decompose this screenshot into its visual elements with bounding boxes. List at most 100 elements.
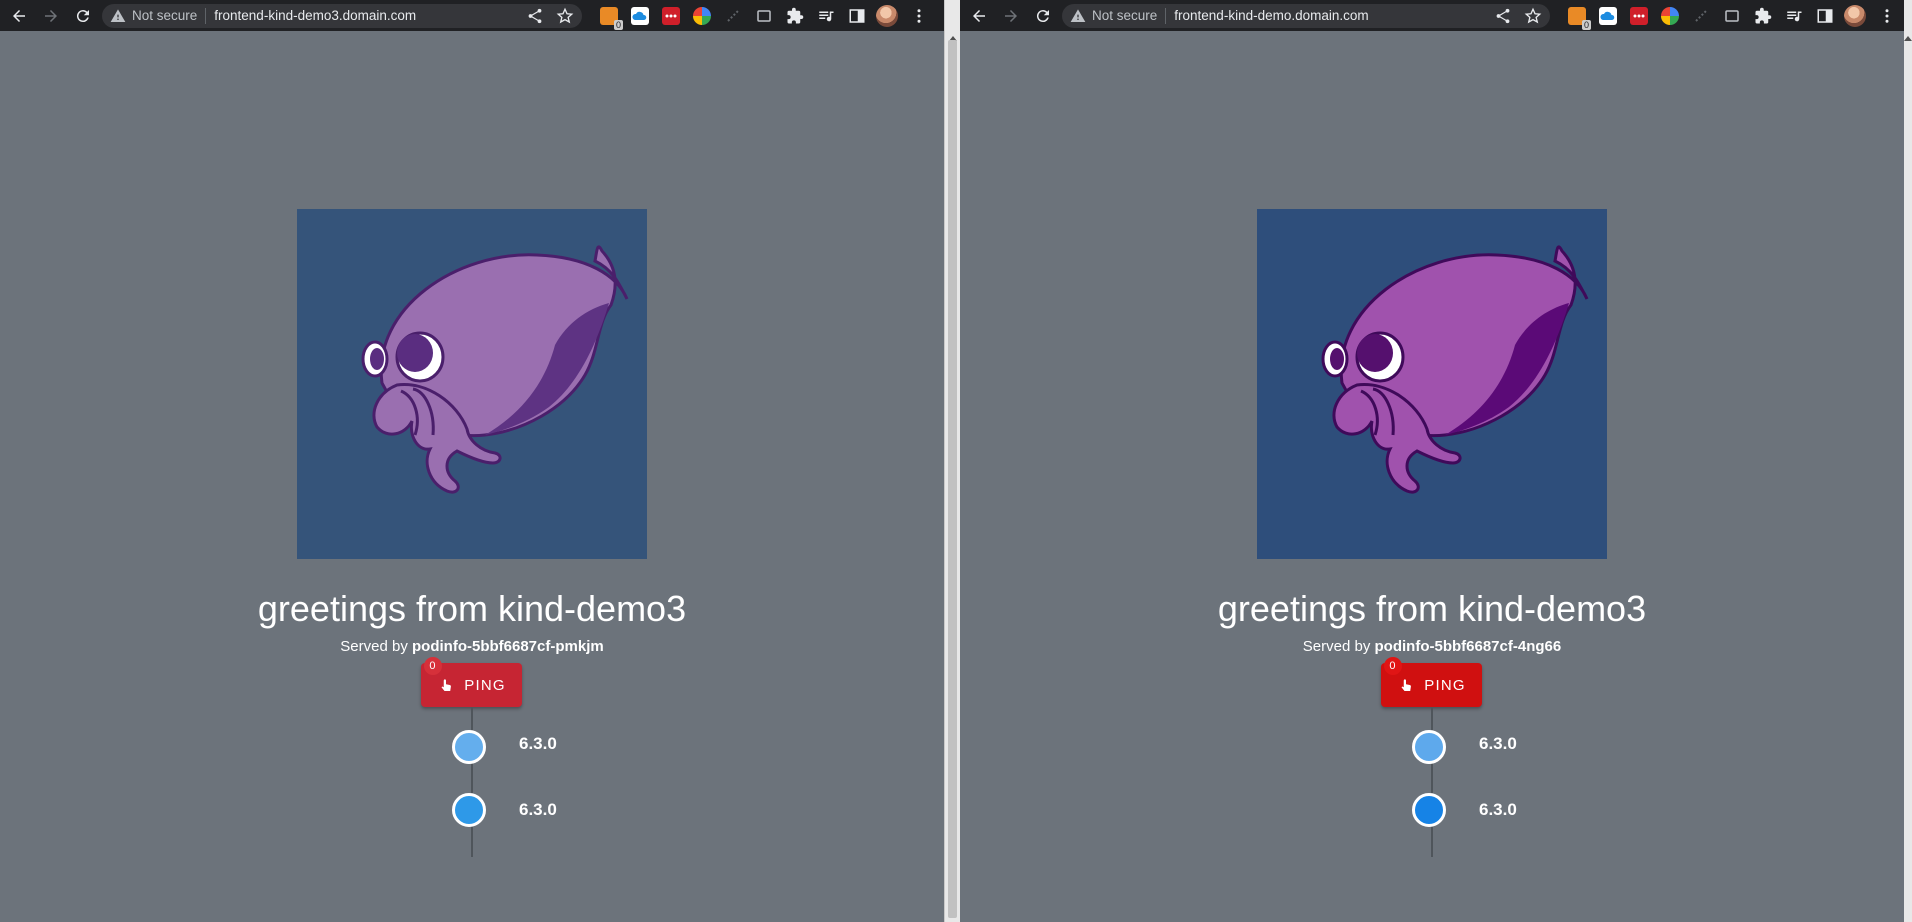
timeline-dot bbox=[452, 793, 486, 827]
menu-button[interactable] bbox=[906, 3, 932, 29]
forward-button[interactable] bbox=[38, 3, 64, 29]
extension-icon-3[interactable] bbox=[1630, 6, 1648, 25]
puzzle-button[interactable] bbox=[1754, 7, 1772, 25]
security-label: Not secure bbox=[1092, 8, 1158, 23]
page-content: greetings from kind-demo3 Served by podi… bbox=[960, 31, 1904, 922]
forward-button[interactable] bbox=[998, 3, 1024, 29]
address-bar[interactable]: Not secure frontend-kind-demo3.domain.co… bbox=[102, 3, 582, 28]
omnibox-separator bbox=[1165, 7, 1167, 24]
extension-icon-4[interactable] bbox=[693, 6, 711, 25]
greeting-heading: greetings from kind-demo3 bbox=[1217, 588, 1647, 629]
ping-button[interactable]: 0 PING bbox=[421, 657, 522, 707]
extension-icon-6[interactable] bbox=[755, 7, 773, 25]
reload-icon bbox=[1036, 9, 1049, 22]
media-button[interactable] bbox=[817, 7, 835, 25]
podinfo-logo bbox=[1257, 209, 1607, 559]
back-button[interactable] bbox=[6, 3, 32, 29]
scrollbar-right[interactable] bbox=[1904, 0, 1912, 922]
ping-button[interactable]: 0 PING bbox=[1381, 657, 1482, 707]
puzzle-button[interactable] bbox=[786, 7, 804, 25]
podinfo-logo bbox=[297, 209, 647, 559]
ping-label: PING bbox=[464, 676, 506, 694]
back-button[interactable] bbox=[966, 3, 992, 29]
forward-arrow-icon bbox=[45, 9, 57, 22]
version-label: 6.3.0 bbox=[1479, 734, 1517, 753]
dots-icon bbox=[665, 14, 677, 17]
forward-arrow-icon bbox=[1005, 9, 1017, 22]
menu-icon bbox=[1885, 8, 1889, 23]
touch-icon bbox=[441, 679, 452, 691]
puzzle-icon bbox=[1755, 7, 1772, 23]
side-panel-icon bbox=[1817, 8, 1833, 23]
extension-icon-5[interactable] bbox=[724, 7, 742, 25]
blank-ext-icon bbox=[1695, 9, 1707, 22]
version-label: 6.3.0 bbox=[1479, 800, 1517, 819]
omnibox-separator bbox=[205, 7, 207, 24]
extension-icon-1[interactable]: 0 bbox=[600, 6, 623, 30]
media-button[interactable] bbox=[1785, 7, 1803, 25]
photo-icon bbox=[1725, 9, 1739, 22]
media-icon bbox=[819, 11, 834, 21]
avatar[interactable] bbox=[1844, 4, 1866, 27]
star-icon[interactable] bbox=[1524, 7, 1542, 25]
ping-count-badge: 0 bbox=[1384, 657, 1402, 675]
extension-icon-2[interactable] bbox=[631, 6, 649, 25]
warning-icon bbox=[110, 8, 126, 22]
share-icon[interactable] bbox=[526, 7, 544, 25]
touch-icon bbox=[1401, 679, 1412, 691]
dots-icon bbox=[1633, 14, 1645, 17]
blank-ext-icon bbox=[727, 9, 739, 22]
pod-name: podinfo-5bbf6687cf-pmkjm bbox=[412, 638, 604, 655]
served-prefix: Served by bbox=[340, 638, 408, 655]
menu-button[interactable] bbox=[1874, 3, 1900, 29]
timeline-dot bbox=[1412, 730, 1446, 764]
reload-button[interactable] bbox=[70, 3, 96, 29]
puzzle-icon bbox=[787, 7, 804, 23]
address-bar[interactable]: Not secure frontend-kind-demo.domain.com bbox=[1062, 3, 1550, 28]
extension-icon-1[interactable]: 0 bbox=[1568, 6, 1591, 30]
url-text[interactable]: frontend-kind-demo3.domain.com bbox=[214, 8, 514, 23]
scrollbar-thumb[interactable] bbox=[948, 40, 957, 918]
version-label: 6.3.0 bbox=[519, 800, 557, 819]
avatar[interactable] bbox=[876, 4, 898, 27]
extension-icon-6[interactable] bbox=[1723, 7, 1741, 25]
reload-icon bbox=[76, 9, 89, 22]
security-label: Not secure bbox=[132, 8, 198, 23]
extension-icon-5[interactable] bbox=[1692, 7, 1710, 25]
warning-icon bbox=[1070, 8, 1086, 22]
share-icon[interactable] bbox=[1494, 7, 1512, 25]
timeline-dot bbox=[1412, 793, 1446, 827]
back-arrow-icon bbox=[973, 9, 985, 22]
ping-label: PING bbox=[1424, 676, 1466, 694]
browser-toolbar: Not secure frontend-kind-demo3.domain.co… bbox=[0, 0, 944, 31]
url-text[interactable]: frontend-kind-demo.domain.com bbox=[1174, 8, 1482, 23]
browser-toolbar: Not secure frontend-kind-demo.domain.com… bbox=[960, 0, 1912, 31]
scrollbar-left[interactable] bbox=[944, 0, 960, 922]
version-label: 6.3.0 bbox=[519, 734, 557, 753]
scroll-up-arrow[interactable] bbox=[1904, 36, 1912, 41]
side-panel-button[interactable] bbox=[848, 7, 866, 25]
cloud-icon bbox=[1600, 11, 1615, 20]
cloud-icon bbox=[632, 11, 647, 20]
extension-icon-2[interactable] bbox=[1599, 6, 1617, 25]
menu-icon bbox=[917, 8, 921, 23]
star-icon[interactable] bbox=[556, 7, 574, 25]
page-content: greetings from kind-demo3 Served by podi… bbox=[0, 31, 944, 922]
photo-icon bbox=[757, 9, 771, 22]
pod-name: podinfo-5bbf6687cf-4ng66 bbox=[1374, 638, 1562, 655]
browser-window-left: Not secure frontend-kind-demo3.domain.co… bbox=[0, 0, 944, 922]
served-by-text: Served by podinfo-5bbf6687cf-4ng66 bbox=[960, 638, 1904, 655]
side-panel-icon bbox=[849, 8, 865, 23]
greeting-heading: greetings from kind-demo3 bbox=[257, 588, 687, 629]
served-by-text: Served by podinfo-5bbf6687cf-pmkjm bbox=[0, 638, 944, 655]
reload-button[interactable] bbox=[1030, 3, 1056, 29]
media-icon bbox=[1787, 11, 1802, 21]
timeline-dot bbox=[452, 730, 486, 764]
back-arrow-icon bbox=[13, 9, 25, 22]
extension-icon-4[interactable] bbox=[1661, 6, 1679, 25]
extension-icon-3[interactable] bbox=[662, 6, 680, 25]
side-panel-button[interactable] bbox=[1816, 7, 1834, 25]
browser-window-right: Not secure frontend-kind-demo.domain.com… bbox=[960, 0, 1912, 922]
ping-count-badge: 0 bbox=[424, 657, 442, 675]
served-prefix: Served by bbox=[1302, 638, 1371, 655]
